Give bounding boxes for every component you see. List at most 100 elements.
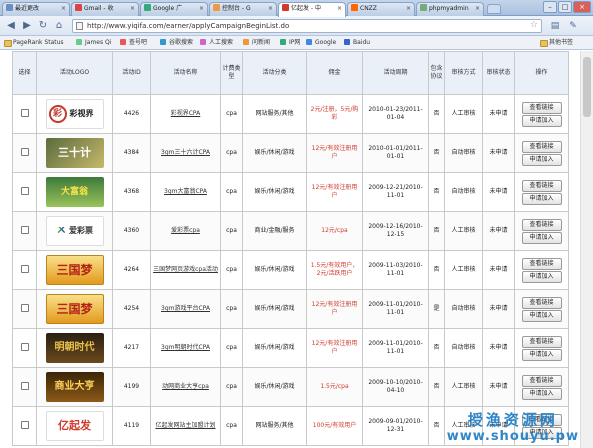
new-tab-button[interactable] (487, 4, 501, 14)
view-link-button[interactable]: 查看链接 (521, 335, 562, 348)
campaign-name-link[interactable]: 3gm三十六计CPA (161, 149, 210, 156)
yiqifa-favicon-icon (282, 4, 289, 11)
bookmark-item[interactable]: IP网 (280, 36, 300, 49)
row-checkbox[interactable] (20, 420, 29, 429)
actions-cell: 查看链接 申请加入 (514, 133, 569, 173)
campaign-name-link[interactable]: 爱彩票cpa (171, 227, 200, 234)
protocol-flag: 否 (428, 328, 445, 368)
apply-join-button[interactable]: 申请加入 (521, 114, 562, 127)
view-link-button[interactable]: 查看链接 (521, 218, 562, 231)
tab-close-icon[interactable]: × (61, 3, 66, 15)
browser-tab[interactable]: Gmail - 收 × (71, 2, 139, 16)
tab-close-icon[interactable]: × (268, 3, 273, 15)
vertical-scrollbar[interactable] (580, 51, 593, 448)
campaign-category: 网站服务/其他 (242, 94, 307, 134)
apply-join-button[interactable]: 申请加入 (521, 153, 562, 166)
browser-tab[interactable]: 控制台 - G × (209, 2, 277, 16)
campaign-name-link[interactable]: 3gm大富翁CPA (164, 188, 207, 195)
row-checkbox[interactable] (20, 303, 29, 312)
billing-type: cpa (220, 133, 243, 173)
audit-status: 未申请 (482, 94, 515, 134)
bookmark-item[interactable]: Baidu (344, 36, 370, 49)
back-arrow-icon[interactable]: ◀ (4, 19, 18, 33)
bookmark-item[interactable]: 人工搜索 (200, 36, 233, 49)
campaign-category: 娱乐/休闲/游戏 (242, 250, 307, 290)
logo-text: 亿起发 (58, 419, 91, 432)
row-checkbox[interactable] (20, 225, 29, 234)
apply-join-button[interactable]: 申请加入 (521, 231, 562, 244)
bookmark-item[interactable]: 谷歌搜索 (160, 36, 193, 49)
row-checkbox[interactable] (20, 186, 29, 195)
campaign-logo: 三国梦 (45, 255, 104, 285)
other-bookmarks-folder[interactable]: 其他书签 (540, 36, 573, 49)
campaign-name-link[interactable]: 三国梦网页游戏cpa活动 (153, 266, 218, 273)
campaign-name-link[interactable]: 3gm明朝时代CPA (161, 344, 210, 351)
apply-join-button[interactable]: 申请加入 (521, 270, 562, 283)
campaign-name-link[interactable]: 亿起发网站主加盟计划 (155, 422, 215, 429)
watermark-url: www.shouyu.pw (446, 429, 579, 444)
tab-label: 最近更改 (15, 5, 40, 12)
campaign-name-link[interactable]: 3gm游戏平台CPA (161, 305, 210, 312)
campaign-name-cell: 动网商业大亨cpa (150, 367, 221, 407)
view-link-button[interactable]: 查看链接 (521, 257, 562, 270)
campaign-name-link[interactable]: 动网商业大亨cpa (162, 383, 209, 390)
bookmark-star-icon[interactable]: ☆ (530, 19, 538, 31)
view-link-button[interactable]: 查看链接 (521, 101, 562, 114)
apply-join-button[interactable]: 申请加入 (521, 348, 562, 361)
campaign-logo: 大富翁 (45, 177, 104, 207)
view-link-button[interactable]: 查看链接 (521, 179, 562, 192)
apply-join-button[interactable]: 申请加入 (521, 192, 562, 205)
table-row: ✕ 爱彩票 4360 爱彩票cpa cpa 商业/金融/服务 12元/cpa 2009-12-… (12, 211, 569, 251)
window-controls: – □ × (542, 1, 591, 14)
apply-join-button[interactable]: 申请加入 (521, 309, 562, 322)
bookmark-item[interactable]: 查号吧 (120, 36, 147, 49)
logo-text: 三十计 (58, 146, 91, 159)
tab-close-icon[interactable]: × (475, 3, 480, 15)
reload-icon[interactable]: ↻ (36, 19, 50, 33)
browser-tab[interactable]: Google 广 × (140, 2, 208, 16)
bookmark-item[interactable]: James Qi (76, 36, 111, 49)
bookmark-item[interactable]: 问新闻 (243, 36, 270, 49)
minimize-icon[interactable]: – (543, 1, 557, 13)
forward-arrow-icon[interactable]: ▶ (20, 19, 34, 33)
wrench-menu-icon[interactable]: ✎ (566, 19, 580, 33)
browser-tab-active[interactable]: 亿起发 - 中 × (278, 2, 346, 17)
browser-tab[interactable]: CNZZ × (347, 2, 415, 16)
row-checkbox[interactable] (20, 264, 29, 273)
logo-cell: 商业大亨 (36, 367, 113, 407)
view-link-button[interactable]: 查看链接 (521, 140, 562, 153)
view-link-button[interactable]: 查看链接 (521, 296, 562, 309)
apply-join-button[interactable]: 申请加入 (521, 387, 562, 400)
page-menu-icon[interactable]: ▤ (548, 19, 562, 33)
tab-close-icon[interactable]: × (199, 3, 204, 15)
select-cell (12, 367, 37, 407)
billing-type: cpa (220, 367, 243, 407)
maximize-icon[interactable]: □ (558, 1, 572, 13)
campaign-name-link[interactable]: 彩视界CPA (171, 110, 201, 117)
row-checkbox[interactable] (20, 147, 29, 156)
campaign-id: 4384 (112, 133, 151, 173)
tab-close-icon[interactable]: × (406, 3, 411, 15)
home-icon[interactable]: ⌂ (52, 19, 66, 33)
row-checkbox[interactable] (20, 342, 29, 351)
tab-close-icon[interactable]: × (337, 3, 342, 15)
campaign-category: 娱乐/休闲/游戏 (242, 133, 307, 173)
tab-close-icon[interactable]: × (130, 3, 135, 15)
bookmark-item[interactable]: PageRank Status (4, 36, 64, 49)
row-checkbox[interactable] (20, 108, 29, 117)
browser-tab[interactable]: phpmyadmin × (416, 2, 484, 16)
campaign-name-cell: 彩视界CPA (150, 94, 221, 134)
row-checkbox[interactable] (20, 381, 29, 390)
bookmark-item[interactable]: Google (306, 36, 336, 49)
campaign-id: 4264 (112, 250, 151, 290)
address-bar[interactable]: http://www.yiqifa.com/earner/applyCampai… (72, 19, 542, 33)
close-window-icon[interactable]: × (573, 1, 591, 13)
browser-tab[interactable]: 最近更改 × (2, 2, 70, 16)
scrollbar-thumb[interactable] (583, 57, 591, 117)
campaign-logo: 商业大亨 (45, 372, 104, 402)
campaign-category: 网站服务/其他 (242, 406, 307, 446)
protocol-flag: 是 (428, 289, 445, 329)
view-link-button[interactable]: 查看链接 (521, 374, 562, 387)
col-header-billing: 计费类型 (220, 51, 243, 95)
audit-method: 自动审核 (444, 328, 483, 368)
